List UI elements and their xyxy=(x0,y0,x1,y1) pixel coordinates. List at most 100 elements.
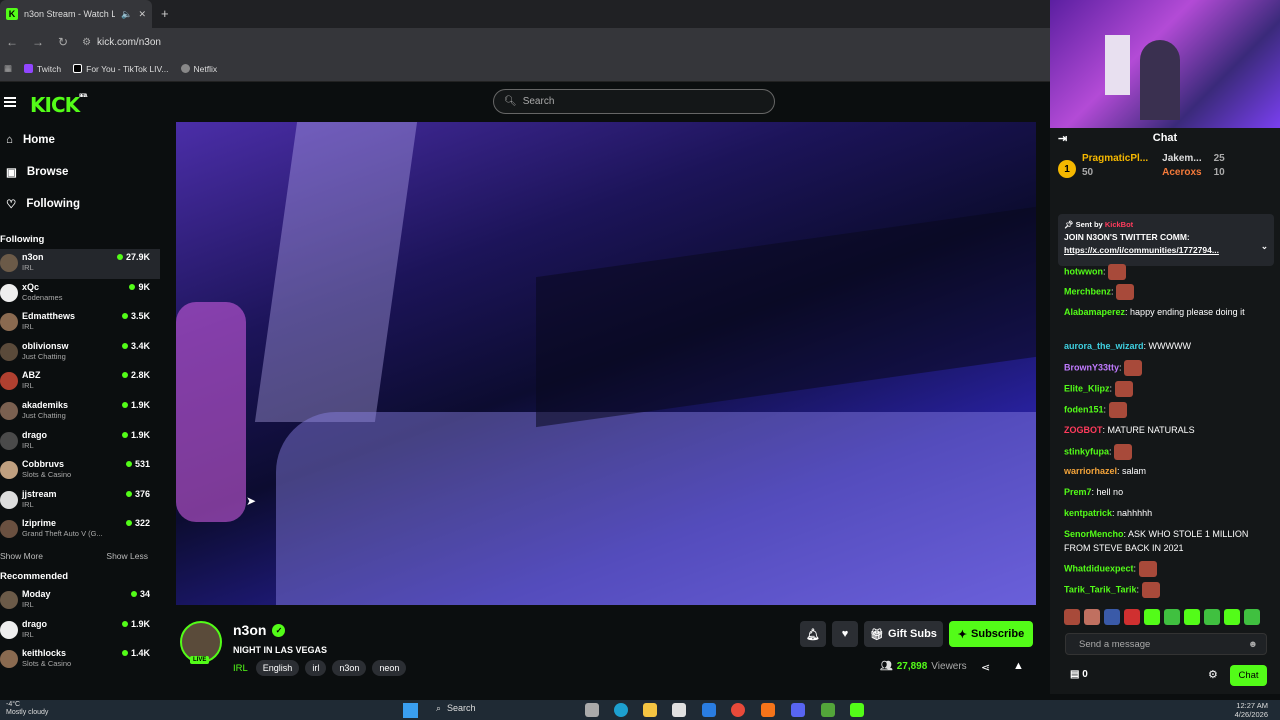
chrome-icon[interactable] xyxy=(731,703,745,717)
channel-item[interactable]: Edmatthews IRL 3.5K xyxy=(0,308,160,338)
url-field[interactable]: kick.com/n3on xyxy=(97,37,161,48)
chat-username[interactable]: BrownY33tty xyxy=(1064,362,1119,372)
show-more-button[interactable]: Show More xyxy=(0,551,43,561)
chat-username[interactable]: Tarik_Tarik_Tarik xyxy=(1064,584,1137,594)
emote-icon[interactable] xyxy=(1184,609,1200,625)
back-icon[interactable]: ← xyxy=(6,35,18,49)
following-list: n3on IRL 27.9K xQc Codenames 9K Edmatthews IRL 3… xyxy=(0,249,160,545)
tag[interactable]: neon xyxy=(372,660,407,676)
chat-input[interactable]: Send a message ☻ xyxy=(1065,633,1267,655)
chat-username[interactable]: Elite_Klipz xyxy=(1064,383,1110,393)
taskbar-app-icon[interactable] xyxy=(585,703,599,717)
tag[interactable]: irl xyxy=(305,660,327,676)
channel-item[interactable]: xQc Codenames 9K xyxy=(0,279,160,309)
browser-tab[interactable]: K n3on Stream - Watch Live on... 🔈 ✕ xyxy=(0,0,152,28)
forward-icon[interactable]: → xyxy=(32,35,44,49)
report-icon[interactable]: ▲ xyxy=(1013,660,1024,672)
emote-icon[interactable] xyxy=(1064,609,1080,625)
chat-username[interactable]: hotwwon xyxy=(1064,266,1103,276)
store-icon[interactable] xyxy=(672,703,686,717)
nav-following[interactable]: ♡ Following xyxy=(0,188,160,220)
streamer-name[interactable]: n3on ✓ xyxy=(233,622,286,638)
subscribe-button[interactable]: ✦ Subscribe xyxy=(949,621,1033,647)
xbox-icon[interactable] xyxy=(821,703,835,717)
apps-icon[interactable]: ▦ xyxy=(4,63,12,74)
emoji-icon[interactable]: ☻ xyxy=(1248,639,1258,650)
tag[interactable]: English xyxy=(255,660,300,676)
chat-username[interactable]: foden151 xyxy=(1064,404,1104,414)
channel-item[interactable]: n3on IRL 27.9K xyxy=(0,249,160,279)
chat-username[interactable]: stinkyfupa xyxy=(1064,446,1109,456)
reload-icon[interactable]: ↻ xyxy=(58,35,68,49)
channel-item[interactable]: ABZ IRL 2.8K xyxy=(0,367,160,397)
chat-username[interactable]: aurora_the_wizard xyxy=(1064,341,1144,351)
chat-username[interactable]: Merchbenz xyxy=(1064,286,1111,296)
send-chat-button[interactable]: Chat xyxy=(1230,665,1267,686)
chat-settings-icon[interactable]: ⚙ xyxy=(1208,668,1218,681)
category-link[interactable]: IRL xyxy=(233,663,248,674)
channel-item[interactable]: drago IRL 1.9K xyxy=(0,427,160,457)
chat-username[interactable]: Prem7 xyxy=(1064,487,1092,497)
weather-widget[interactable]: -4°C Mostly cloudy xyxy=(6,701,48,717)
kick-app-icon[interactable] xyxy=(850,703,864,717)
emote-icon[interactable] xyxy=(1164,609,1180,625)
share-icon[interactable]: ⋖ xyxy=(981,661,990,674)
chevron-down-icon[interactable]: ⌄ xyxy=(1261,240,1268,253)
channel-item[interactable]: lziprime Grand Theft Auto V (G... 322 xyxy=(0,515,160,545)
chat-username[interactable]: warriorhazel xyxy=(1064,466,1117,476)
notification-bell-button[interactable]: 🔔︎ xyxy=(800,621,826,647)
channel-item[interactable]: drago IRL 1.9K xyxy=(0,616,160,646)
discord-icon[interactable] xyxy=(791,703,805,717)
chat-username[interactable]: Alabamaperez xyxy=(1064,307,1125,317)
bookmark-netflix[interactable]: Netflix xyxy=(180,64,217,74)
bookmark-tiktok[interactable]: For You - TikTok LIV... xyxy=(73,64,169,74)
emote-icon[interactable] xyxy=(1144,609,1160,625)
edge-icon[interactable] xyxy=(614,703,628,717)
follow-heart-button[interactable]: ♥ xyxy=(832,621,858,647)
brave-icon[interactable] xyxy=(761,703,775,717)
collapse-chat-icon[interactable]: ⇥ xyxy=(1058,132,1067,145)
channel-item[interactable]: oblivionsw Just Chatting 3.4K xyxy=(0,338,160,368)
mute-icon[interactable]: 🔈 xyxy=(121,9,132,20)
emote-icon[interactable] xyxy=(1224,609,1240,625)
channel-item[interactable]: akademiks Just Chatting 1.9K xyxy=(0,397,160,427)
kick-logo[interactable]: KICKBETA xyxy=(30,93,87,117)
chat-username[interactable]: Whatdiduexpect xyxy=(1064,563,1134,573)
channel-item[interactable]: Cobbruvs Slots & Casino 531 xyxy=(0,456,160,486)
close-tab-icon[interactable]: ✕ xyxy=(138,9,146,20)
windows-start-icon[interactable] xyxy=(403,703,418,718)
new-tab-icon[interactable]: + xyxy=(161,6,169,21)
channel-item[interactable]: keithlocks Slots & Casino 1.4K xyxy=(0,645,160,675)
show-less-button[interactable]: Show Less xyxy=(106,551,148,561)
emote-icon[interactable] xyxy=(1204,609,1220,625)
leader-name[interactable]: Jakem... xyxy=(1162,152,1201,166)
emote-icon[interactable] xyxy=(1124,609,1140,625)
emote-icon[interactable] xyxy=(1104,609,1120,625)
search-icon: 🔍︎ xyxy=(504,96,517,107)
nav-browse[interactable]: ▣ Browse xyxy=(0,156,160,188)
gift-subs-button[interactable]: 🎁︎ Gift Subs xyxy=(864,621,943,647)
pinned-link[interactable]: https://x.com/i/communities/1772794... xyxy=(1064,244,1268,257)
channel-item[interactable]: jjstream IRL 376 xyxy=(0,486,160,516)
clock[interactable]: 12:27 AM 4/26/2026 xyxy=(1235,701,1268,719)
taskbar-search[interactable]: ⌕ Search xyxy=(436,703,476,714)
leader-name[interactable]: PragmaticPl... xyxy=(1082,152,1148,166)
video-player[interactable]: ➤ xyxy=(176,122,1036,605)
site-info-icon[interactable]: ⚙ xyxy=(82,37,91,48)
bookmark-twitch[interactable]: Twitch xyxy=(24,64,61,74)
chat-username[interactable]: ZOGBOT xyxy=(1064,425,1103,435)
tag[interactable]: n3on xyxy=(332,660,367,676)
search-input[interactable]: 🔍︎ Search xyxy=(493,89,775,114)
file-explorer-icon[interactable] xyxy=(643,703,657,717)
channel-item[interactable]: Moday IRL 34 xyxy=(0,586,160,616)
leader-name[interactable]: Aceroxs xyxy=(1162,166,1201,180)
chat-username[interactable]: kentpatrick xyxy=(1064,508,1112,518)
nav-home[interactable]: ⌂ Home xyxy=(0,124,160,156)
emote-icon[interactable] xyxy=(1244,609,1260,625)
emote-icon[interactable] xyxy=(1084,609,1100,625)
points-counter[interactable]: ▤ 0 xyxy=(1070,669,1088,680)
outlook-icon[interactable] xyxy=(702,703,716,717)
hamburger-menu-icon[interactable] xyxy=(4,95,16,107)
viewer-count: 👥︎ 27,898 Viewers xyxy=(880,661,967,672)
chat-username[interactable]: SenorMencho xyxy=(1064,529,1124,539)
